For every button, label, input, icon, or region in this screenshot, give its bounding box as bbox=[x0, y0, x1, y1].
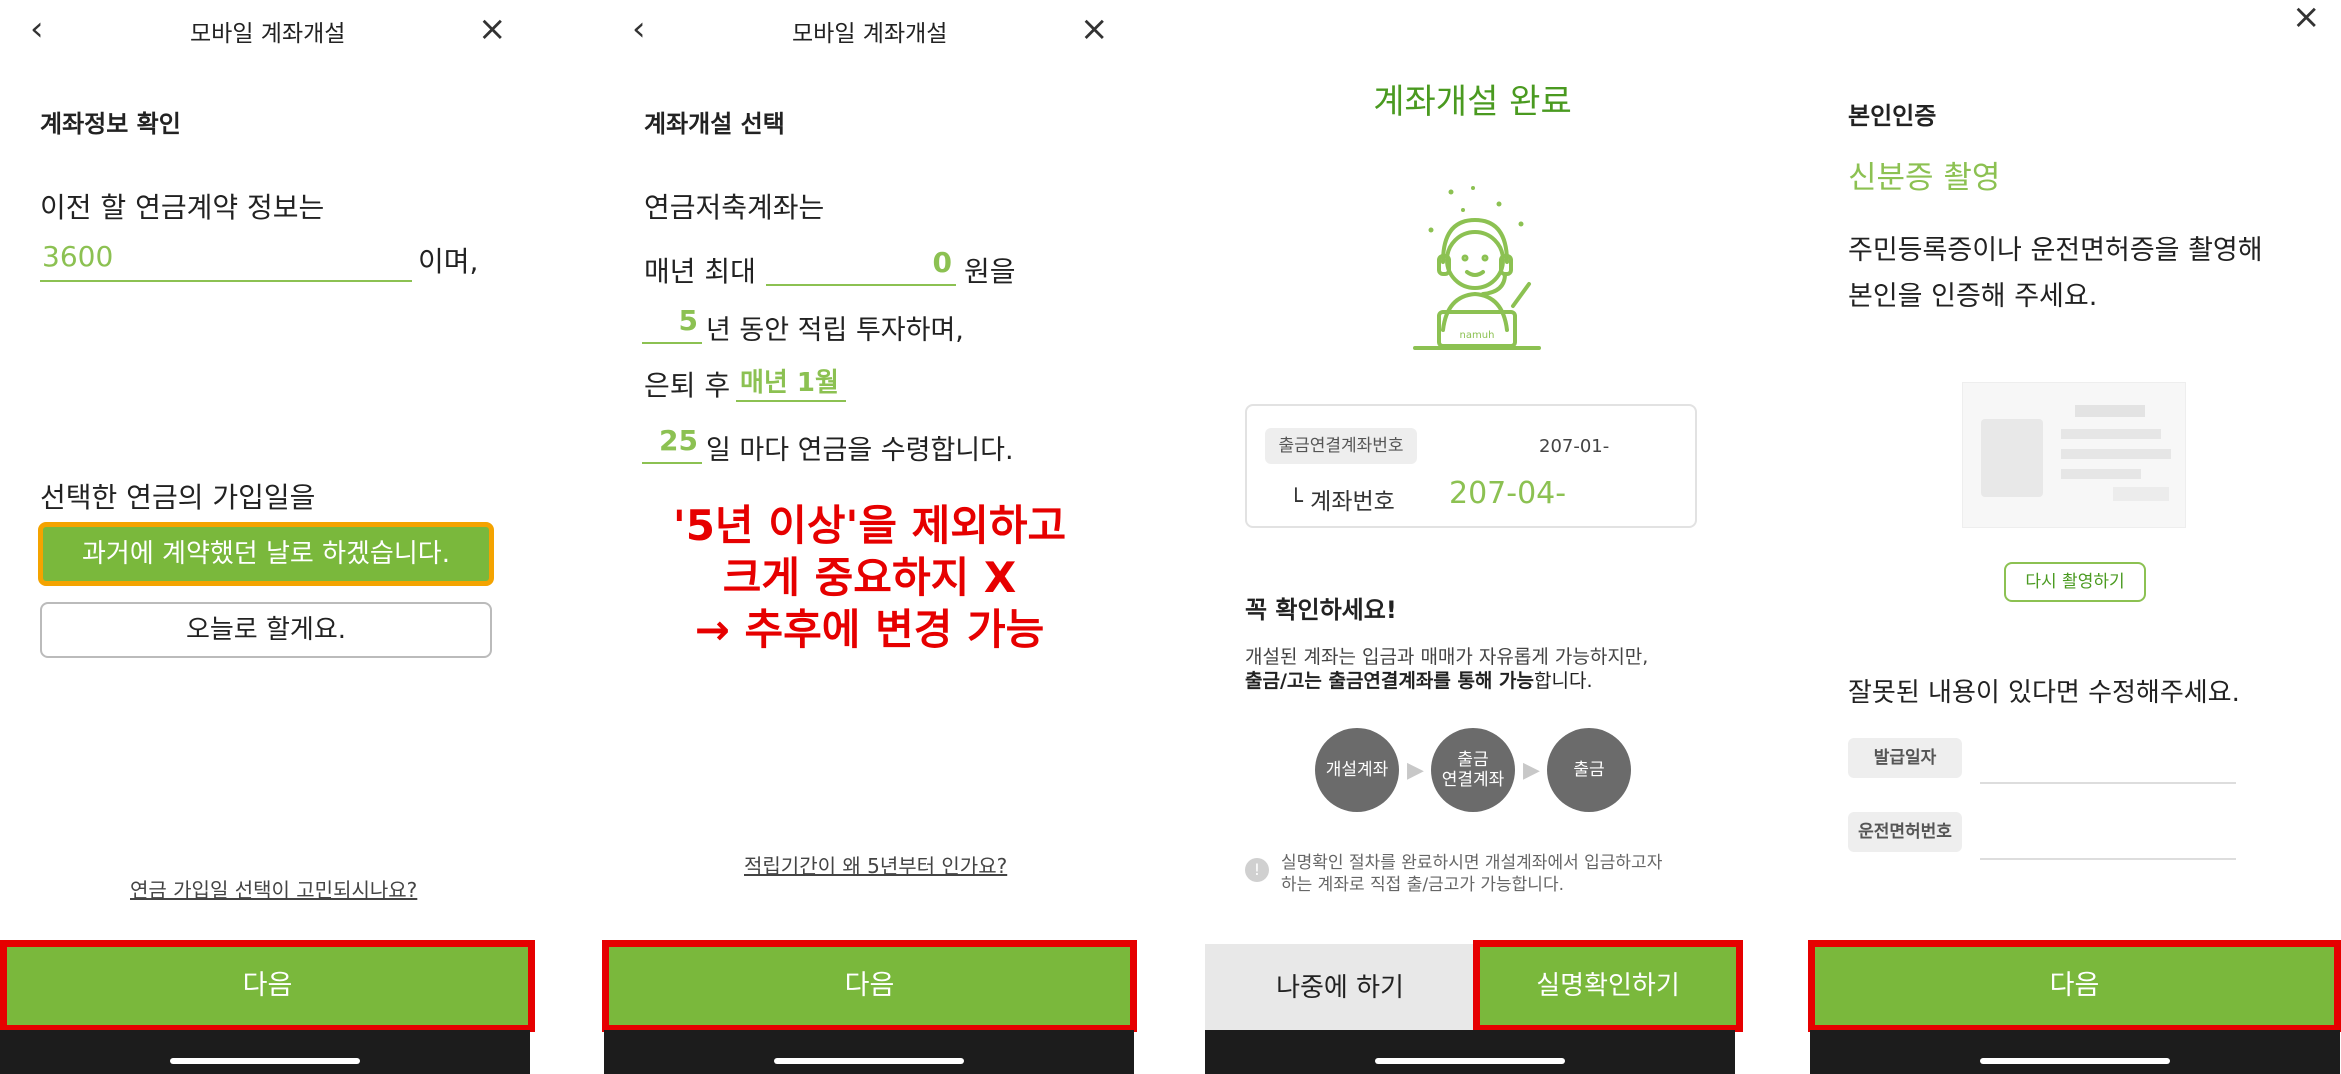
home-indicator bbox=[1980, 1058, 2170, 1064]
max-suffix: 원을 bbox=[964, 255, 1016, 288]
id-capture-subtitle: 신분증 촬영 bbox=[1848, 160, 2001, 196]
id-text-bar bbox=[2075, 405, 2145, 417]
years-value: 5 bbox=[678, 304, 698, 337]
years-suffix: 년 동안 적립 투자하며, bbox=[706, 315, 964, 346]
screen-account-info: ‹ 모바일 계좌개설 × 계좌정보 확인 이전 할 연금계약 정보는 3600 … bbox=[0, 0, 535, 1074]
max-prefix: 매년 최대 bbox=[644, 255, 756, 288]
retire-period-select[interactable]: 매년 1월 bbox=[736, 358, 846, 402]
prompt-text: 이전 할 연금계약 정보는 bbox=[40, 191, 325, 224]
flow-arrow-icon: ▶ bbox=[1407, 758, 1424, 783]
screen-account-complete: 계좌개설 완료 namuh 출금연결계좌번호 207-01- └ 계좌번호 20… bbox=[1205, 0, 1743, 1074]
later-button[interactable]: 나중에 하기 bbox=[1205, 944, 1475, 1032]
annotation-line-3: → 추후에 변경 가능 bbox=[694, 605, 1045, 654]
notice-title: 꼭 확인하세요! bbox=[1245, 596, 1397, 624]
home-bar bbox=[0, 1030, 530, 1074]
operator-illustration-icon: namuh bbox=[1413, 186, 1541, 350]
years-field[interactable]: 5 bbox=[642, 304, 702, 344]
id-text-bar bbox=[2061, 469, 2141, 479]
day-suffix: 일 마다 연금을 수령합니다. bbox=[706, 435, 1014, 466]
next-button[interactable]: 다음 bbox=[1808, 940, 2341, 1032]
logo-text: namuh bbox=[1460, 330, 1495, 341]
id-text-bar bbox=[2061, 449, 2171, 459]
section-title: 본인인증 bbox=[1848, 102, 1937, 130]
linked-account-value: 207-01- bbox=[1539, 436, 1610, 457]
linked-account-label: 출금연결계좌번호 bbox=[1265, 428, 1417, 464]
amount-suffix: 이며, bbox=[418, 245, 479, 278]
section-title: 계좌정보 확인 bbox=[40, 110, 181, 138]
annotation-note: '5년 이상'을 제외하고 크게 중요하지 X → 추후에 변경 가능 bbox=[602, 500, 1137, 656]
back-icon[interactable]: ‹ bbox=[632, 12, 646, 46]
screen-identity-verification: × 본인인증 신분증 촬영 주민등록증이나 운전면허증을 촬영해 본인을 인증해… bbox=[1808, 0, 2341, 1074]
day-value: 25 bbox=[659, 424, 698, 457]
close-icon[interactable]: × bbox=[2292, 0, 2321, 34]
home-indicator bbox=[774, 1058, 964, 1064]
license-number-label: 운전면허번호 bbox=[1848, 812, 1962, 852]
flow-step-opened-account: 개설계좌 bbox=[1315, 728, 1399, 812]
notice-tail: 합니다. bbox=[1534, 670, 1593, 692]
id-text-bar bbox=[2061, 429, 2161, 439]
home-indicator bbox=[170, 1058, 360, 1064]
option-today-button[interactable]: 오늘로 할게요. bbox=[40, 602, 492, 658]
info-icon: ! bbox=[1245, 858, 1269, 882]
flow-step-1-label: 개설계좌 bbox=[1325, 760, 1389, 780]
annotation-line-1: '5년 이상'을 제외하고 bbox=[672, 501, 1067, 550]
account-value: 207-04- bbox=[1449, 476, 1567, 511]
amount-value: 3600 bbox=[42, 240, 114, 273]
flow-arrow-icon: ▶ bbox=[1523, 758, 1540, 783]
description: 주민등록증이나 운전면허증을 촬영해 본인을 인증해 주세요. bbox=[1848, 228, 2263, 320]
header-title: 모바일 계좌개설 bbox=[190, 21, 346, 47]
home-bar bbox=[1810, 1030, 2340, 1074]
day-field[interactable]: 25 bbox=[642, 424, 702, 464]
screen-account-select: ‹ 모바일 계좌개설 × 계좌개설 선택 연금저축계좌는 매년 최대 0 원을 … bbox=[602, 0, 1137, 1074]
complete-title: 계좌개설 완료 bbox=[1373, 82, 1572, 122]
max-amount-field[interactable]: 0 bbox=[766, 246, 956, 286]
retake-button[interactable]: 다시 촬영하기 bbox=[2004, 562, 2146, 602]
flow-step-withdraw: 출금 bbox=[1547, 728, 1631, 812]
notice-line-1: 개설된 계좌는 입금과 매매가 자유롭게 가능하지만, bbox=[1245, 646, 1649, 668]
flow-step-2-label-a: 출금 bbox=[1457, 750, 1489, 770]
retire-prefix: 은퇴 후 bbox=[644, 369, 731, 402]
retire-period-value: 매년 1월 bbox=[740, 368, 839, 398]
next-button[interactable]: 다음 bbox=[0, 940, 535, 1032]
description-line-1: 주민등록증이나 운전면허증을 촬영해 bbox=[1848, 235, 2263, 266]
id-photo-icon bbox=[1981, 419, 2043, 497]
account-info-box: 출금연결계좌번호 207-01- └ 계좌번호 207-04- bbox=[1245, 404, 1697, 528]
flow-step-3-label: 출금 bbox=[1573, 760, 1605, 780]
max-amount-value: 0 bbox=[932, 246, 952, 279]
home-bar bbox=[604, 1030, 1134, 1074]
account-label: └ 계좌번호 bbox=[1289, 489, 1395, 515]
period-help-link[interactable]: 적립기간이 왜 5년부터 인가요? bbox=[744, 850, 1007, 879]
license-number-input[interactable] bbox=[1980, 858, 2236, 860]
section-title: 계좌개설 선택 bbox=[644, 110, 785, 138]
verify-identity-button[interactable]: 실명확인하기 bbox=[1473, 940, 1743, 1032]
notice-bold: 출금/고는 출금연결계좌를 통해 가능 bbox=[1245, 670, 1534, 692]
join-date-prompt: 선택한 연금의 가입일을 bbox=[40, 481, 316, 514]
notice-line-2: 출금/고는 출금연결계좌를 통해 가능합니다. bbox=[1245, 666, 1592, 693]
flow-step-2-label-b: 연결계좌 bbox=[1441, 770, 1505, 790]
home-bar bbox=[1205, 1030, 1735, 1074]
issue-date-label: 발급일자 bbox=[1848, 738, 1962, 778]
back-icon[interactable]: ‹ bbox=[30, 12, 44, 46]
header-title: 모바일 계좌개설 bbox=[792, 21, 948, 47]
home-indicator bbox=[1375, 1058, 1565, 1064]
info-line-2: 하는 계좌로 직접 출/금고가 가능합니다. bbox=[1281, 875, 1564, 895]
close-icon[interactable]: × bbox=[478, 12, 507, 46]
issue-date-input[interactable] bbox=[1980, 782, 2236, 784]
amount-field[interactable]: 3600 bbox=[40, 236, 412, 282]
id-card-preview bbox=[1962, 382, 2186, 528]
annotation-line-2: 크게 중요하지 X bbox=[722, 553, 1017, 602]
info-line-1: 실명확인 절차를 완료하시면 개설계좌에서 입금하고자 bbox=[1281, 853, 1663, 873]
close-icon[interactable]: × bbox=[1080, 12, 1109, 46]
join-date-help-link[interactable]: 연금 가입일 선택이 고민되시나요? bbox=[130, 874, 417, 903]
intro-text: 연금저축계좌는 bbox=[644, 191, 825, 224]
info-text: 실명확인 절차를 완료하시면 개설계좌에서 입금하고자 하는 계좌로 직접 출/… bbox=[1281, 852, 1662, 896]
flow-step-linked-account: 출금 연결계좌 bbox=[1431, 728, 1515, 812]
option-past-date-button[interactable]: 과거에 계약했던 날로 하겠습니다. bbox=[38, 522, 494, 586]
edit-prompt: 잘못된 내용이 있다면 수정해주세요. bbox=[1848, 678, 2240, 708]
description-line-2: 본인을 인증해 주세요. bbox=[1848, 281, 2098, 312]
next-button[interactable]: 다음 bbox=[602, 940, 1137, 1032]
id-text-bar bbox=[2113, 487, 2169, 501]
